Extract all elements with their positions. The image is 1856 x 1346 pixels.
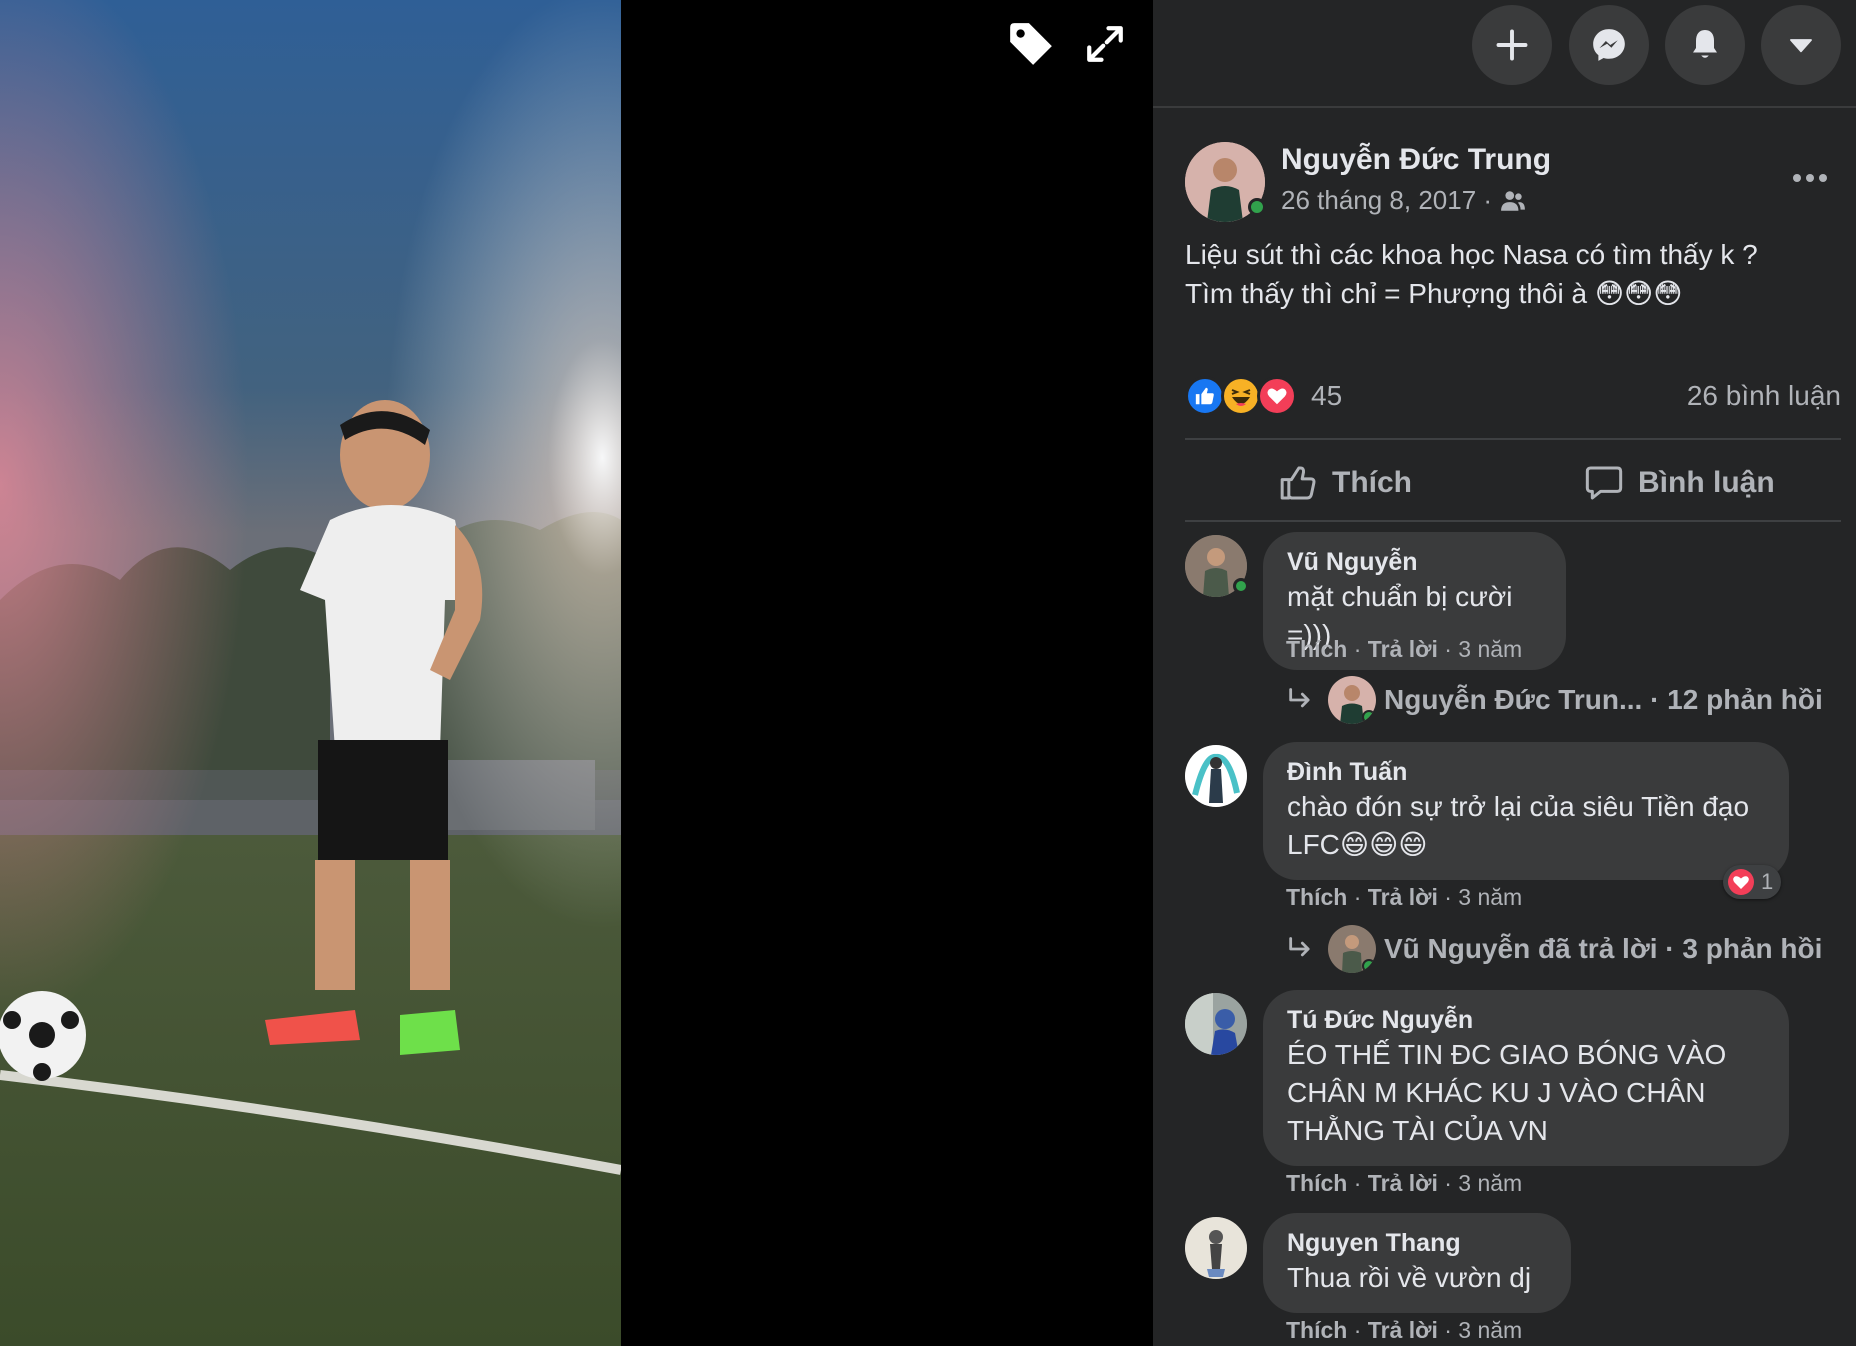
top-bar	[1153, 0, 1856, 108]
reply-avatar	[1328, 676, 1376, 724]
football-player-photo	[0, 0, 621, 1346]
comment-actions: Thích · Trả lời · 3 năm	[1286, 1170, 1523, 1196]
comment-text: ÉO THẾ TIN ĐC GIAO BÓNG VÀO CHÂN M KHÁC …	[1287, 1039, 1727, 1146]
love-reaction-icon	[1728, 869, 1754, 895]
reply-arrow-icon	[1289, 688, 1310, 708]
replies-summary: Vũ Nguyễn đã trả lời · 3 phản hồi	[1384, 933, 1823, 964]
tag-photo-button[interactable]	[1005, 18, 1057, 70]
messenger-icon	[1593, 29, 1625, 61]
comment-actions: Thích · Trả lời · 3 năm	[1286, 1317, 1523, 1343]
more-options-icon	[1793, 174, 1827, 182]
view-replies-link[interactable]: Vũ Nguyễn đã trả lời · 3 phản hồi	[1286, 925, 1822, 973]
comment-time[interactable]: 3 năm	[1458, 884, 1522, 910]
divider	[1185, 438, 1841, 440]
online-status-dot	[1248, 198, 1266, 216]
comment-reply-link[interactable]: Trả lời	[1368, 1317, 1438, 1343]
fullscreen-button[interactable]	[1079, 18, 1131, 70]
divider	[1185, 520, 1841, 522]
comment-button-label: Bình luận	[1638, 466, 1775, 499]
comment-like-link[interactable]: Thích	[1286, 1170, 1347, 1196]
commenter-name[interactable]: Tú Đức Nguyễn	[1287, 1004, 1765, 1036]
comment-actions: Thích · Trả lời · 3 năm	[1286, 884, 1523, 910]
comment-reaction-count: 1	[1761, 869, 1774, 894]
caret-down-icon	[1790, 39, 1812, 53]
commenter-name[interactable]: Nguyen Thang	[1287, 1227, 1547, 1259]
reaction-count: 45	[1311, 380, 1343, 411]
comment-button[interactable]: Bình luận	[1584, 455, 1775, 511]
photo-viewer	[0, 0, 1153, 1346]
comment-time[interactable]: 3 năm	[1458, 1170, 1522, 1196]
comment-like-link[interactable]: Thích	[1286, 636, 1347, 662]
comment-like-link[interactable]: Thích	[1286, 884, 1347, 910]
commenter-avatar[interactable]	[1185, 1217, 1247, 1279]
bell-icon	[1693, 30, 1717, 58]
comment-actions: Thích · Trả lời · 3 năm	[1286, 636, 1523, 662]
author-name[interactable]: Nguyễn Đức Trung	[1281, 143, 1551, 177]
comment-time[interactable]: 3 năm	[1458, 1317, 1522, 1343]
comment-reply-link[interactable]: Trả lời	[1368, 1170, 1438, 1196]
commenter-avatar[interactable]	[1185, 745, 1247, 807]
like-icon	[1280, 466, 1316, 500]
create-button[interactable]	[1472, 5, 1552, 85]
comment-text: Thua rồi về vườn dj	[1287, 1262, 1532, 1293]
reply-avatar	[1328, 925, 1376, 973]
comment-reactions[interactable]: 1	[1723, 865, 1782, 899]
tag-icon	[1010, 23, 1052, 65]
like-reaction-icon	[1185, 376, 1225, 416]
post-details-panel: Nguyễn Đức Trung 26 tháng 8, 2017 · Liệu…	[1153, 0, 1856, 1346]
online-status-dot	[1362, 710, 1376, 724]
post-options-button[interactable]	[1785, 158, 1835, 198]
commenter-name[interactable]: Đình Tuấn	[1287, 756, 1765, 788]
post-photo[interactable]	[0, 0, 621, 1346]
commenter-avatar[interactable]	[1185, 993, 1247, 1055]
reply-arrow-icon	[1289, 937, 1310, 957]
like-button-label: Thích	[1332, 466, 1412, 499]
comment-time[interactable]: 3 năm	[1458, 636, 1522, 662]
notifications-button[interactable]	[1665, 5, 1745, 85]
comment-count-link[interactable]: 26 bình luận	[1687, 380, 1841, 412]
expand-icon	[1087, 26, 1123, 62]
view-replies-link[interactable]: Nguyễn Đức Trun... · 12 phản hồi	[1286, 676, 1823, 724]
comment-like-link[interactable]: Thích	[1286, 1317, 1347, 1343]
post-text: Liệu sút thì các khoa học Nasa có tìm th…	[1185, 239, 1758, 309]
like-button[interactable]: Thích	[1278, 455, 1412, 511]
reactions-summary[interactable]: 45	[1185, 373, 1342, 419]
messenger-button[interactable]	[1569, 5, 1649, 85]
post-meta: 26 tháng 8, 2017 ·	[1281, 185, 1526, 216]
haha-reaction-icon	[1221, 376, 1261, 416]
replies-summary: Nguyễn Đức Trun... · 12 phản hồi	[1384, 684, 1823, 715]
post-date[interactable]: 26 tháng 8, 2017 ·	[1281, 185, 1492, 216]
comment-icon	[1585, 466, 1623, 500]
comment-bubble: Nguyen Thang Thua rồi về vườn dj	[1263, 1213, 1571, 1313]
comment-bubble: Đình Tuấn chào đón sự trở lại của siêu T…	[1263, 742, 1789, 880]
friends-icon	[1501, 190, 1525, 211]
online-status-dot	[1233, 578, 1249, 594]
love-reaction-icon	[1257, 376, 1297, 416]
online-status-dot	[1362, 959, 1376, 973]
account-menu-button[interactable]	[1761, 5, 1841, 85]
comment-reply-link[interactable]: Trả lời	[1368, 884, 1438, 910]
comment-text: chào đón sự trở lại của siêu Tiền đạo LF…	[1287, 791, 1750, 860]
commenter-name[interactable]: Vũ Nguyễn	[1287, 546, 1542, 578]
comment-reply-link[interactable]: Trả lời	[1368, 636, 1438, 662]
comment-bubble: Tú Đức Nguyễn ÉO THẾ TIN ĐC GIAO BÓNG VÀ…	[1263, 990, 1789, 1166]
plus-icon	[1496, 29, 1528, 61]
